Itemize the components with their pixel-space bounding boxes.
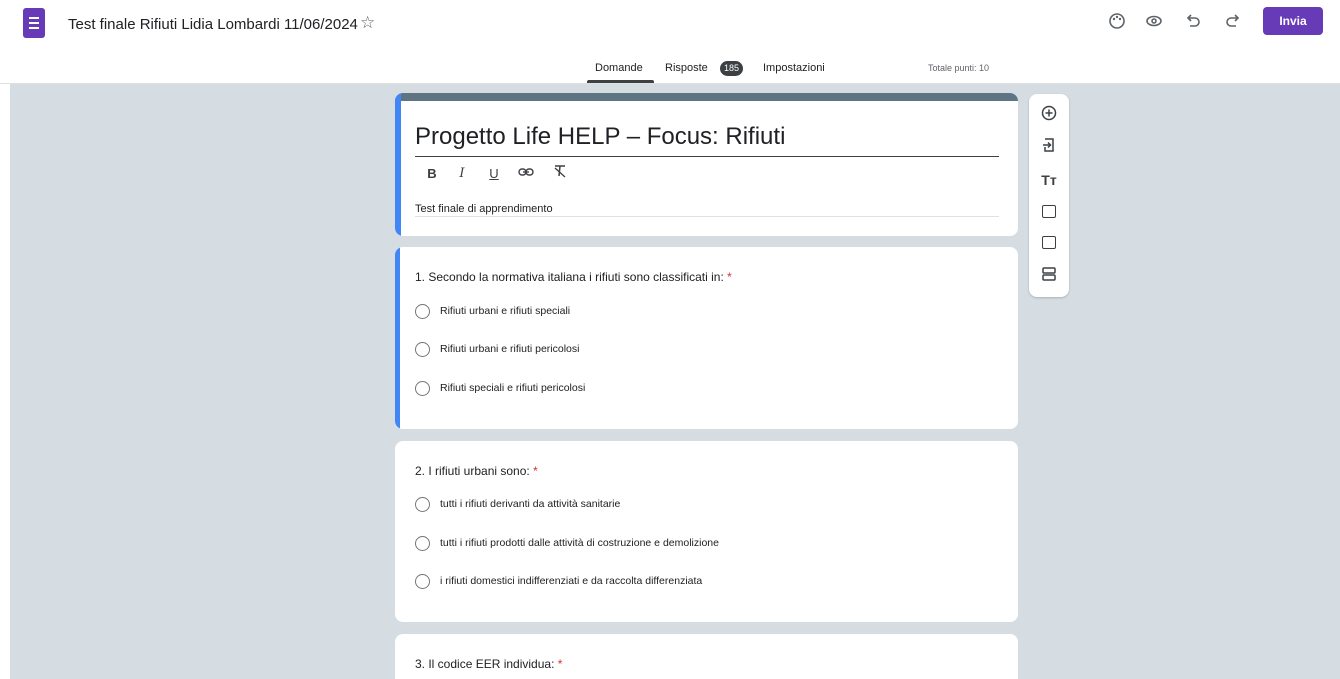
title-underline	[415, 156, 999, 157]
required-mark: *	[727, 270, 732, 284]
clear-format-icon[interactable]	[550, 164, 570, 184]
option-label: i rifiuti domestici indifferenziati e da…	[440, 575, 703, 587]
question-card-2[interactable]: 2. I rifiuti urbani sono: * tutti i rifi…	[395, 441, 1018, 622]
description-underline	[415, 216, 999, 217]
option-label: Rifiuti urbani e rifiuti pericolosi	[440, 343, 580, 355]
required-mark: *	[557, 657, 563, 671]
italic-icon[interactable]: I	[452, 164, 472, 184]
radio-button[interactable]	[415, 304, 430, 319]
add-image-icon[interactable]	[1042, 205, 1056, 218]
add-title-icon[interactable]: Tт	[1039, 170, 1059, 190]
add-question-icon[interactable]	[1039, 105, 1059, 125]
add-section-icon[interactable]	[1039, 266, 1059, 286]
radio-button[interactable]	[415, 342, 430, 357]
redo-icon[interactable]	[1222, 12, 1244, 34]
radio-button[interactable]	[415, 497, 430, 512]
question-card-3[interactable]: 3. Il codice EER individua: *	[395, 634, 1018, 679]
side-toolbar: Tт	[1029, 94, 1069, 297]
question-title: 3. Il codice EER individua: *	[415, 657, 562, 671]
option-label: tutti i rifiuti prodotti dalle attività …	[440, 537, 719, 549]
link-icon[interactable]	[516, 164, 536, 184]
import-questions-icon[interactable]	[1039, 137, 1059, 157]
total-points: Totale punti: 10	[928, 63, 990, 73]
star-icon[interactable]: ☆	[360, 13, 375, 33]
tab-responses[interactable]: Risposte	[665, 62, 708, 74]
required-mark: *	[533, 464, 538, 478]
form-description[interactable]: Test finale di apprendimento	[415, 203, 553, 215]
question-text: 2. I rifiuti urbani sono:	[415, 464, 530, 478]
underline-icon[interactable]: U	[484, 164, 504, 184]
option-label: Rifiuti speciali e rifiuti pericolosi	[440, 382, 586, 394]
tab-questions[interactable]: Domande	[595, 62, 643, 74]
question-text: 3. Il codice EER individua:	[415, 657, 555, 671]
top-bar: Test finale Rifiuti Lidia Lombardi 11/06…	[0, 0, 1340, 46]
radio-button[interactable]	[415, 536, 430, 551]
selected-card-indicator	[395, 247, 400, 429]
theme-band	[395, 93, 1018, 101]
send-button[interactable]: Invia	[1263, 7, 1323, 35]
palette-icon[interactable]	[1106, 12, 1128, 34]
question-text: 1. Secondo la normativa italiana i rifiu…	[415, 270, 724, 284]
selected-card-indicator	[395, 93, 401, 236]
form-title-card[interactable]: Progetto Life HELP – Focus: Rifiuti B I …	[395, 93, 1018, 236]
question-card-1[interactable]: 1. Secondo la normativa italiana i rifiu…	[395, 247, 1018, 429]
option-label: Rifiuti urbani e rifiuti speciali	[440, 305, 571, 317]
question-title: 1. Secondo la normativa italiana i rifiu…	[415, 270, 732, 284]
responses-count-badge: 185	[720, 61, 744, 76]
radio-button[interactable]	[415, 574, 430, 589]
form-title[interactable]: Progetto Life HELP – Focus: Rifiuti	[415, 123, 785, 151]
undo-icon[interactable]	[1182, 12, 1204, 34]
bold-icon[interactable]: B	[422, 164, 442, 184]
active-tab-indicator	[587, 80, 654, 83]
option-label: tutti i rifiuti derivanti da attività sa…	[440, 498, 621, 510]
document-title[interactable]: Test finale Rifiuti Lidia Lombardi 11/06…	[68, 16, 358, 33]
tabs-bar: Domande Risposte 185 Impostazioni Totale…	[0, 46, 1340, 84]
add-video-icon[interactable]	[1042, 236, 1056, 249]
tab-settings[interactable]: Impostazioni	[763, 62, 825, 74]
preview-eye-icon[interactable]	[1143, 12, 1165, 34]
forms-app-icon[interactable]	[23, 8, 45, 38]
radio-button[interactable]	[415, 381, 430, 396]
question-title: 2. I rifiuti urbani sono: *	[415, 464, 538, 478]
